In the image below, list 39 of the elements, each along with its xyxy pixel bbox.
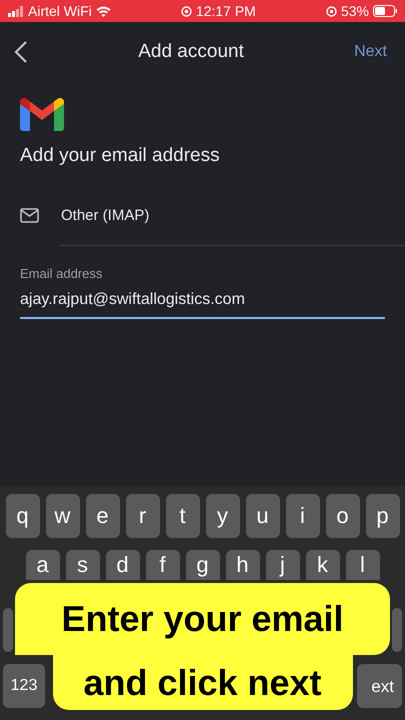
clock-time: 12:17 PM (196, 3, 256, 19)
keyboard-key[interactable]: r (126, 494, 160, 538)
keyboard-key[interactable]: o (326, 494, 360, 538)
keyboard-key[interactable]: g (186, 550, 220, 580)
signal-icon (8, 6, 24, 16)
rotation-lock-icon (326, 6, 337, 16)
keyboard-key[interactable]: d (106, 550, 140, 580)
envelope-icon (20, 208, 39, 222)
battery-icon (373, 5, 397, 17)
keyboard-key[interactable]: p (366, 494, 400, 538)
next-key[interactable]: ext (357, 664, 402, 708)
caption-text: and click next (52, 655, 352, 710)
page-heading: Add your email address (20, 145, 221, 167)
keyboard-key[interactable]: k (306, 550, 340, 580)
keyboard-key[interactable]: w (46, 494, 80, 538)
carrier-name: Airtel WiFi (28, 3, 92, 19)
field-label: Email address (20, 266, 104, 281)
keyboard-key[interactable]: q (6, 494, 40, 538)
keyboard-key[interactable]: s (66, 550, 100, 580)
keyboard-key[interactable]: y (206, 494, 240, 538)
keyboard-key[interactable]: a (26, 550, 60, 580)
keyboard-key[interactable]: i (286, 494, 320, 538)
caption-text: Enter your email (15, 583, 390, 655)
numbers-key[interactable]: 123 (3, 664, 45, 708)
keyboard-key[interactable]: u (246, 494, 280, 538)
wifi-icon (96, 6, 111, 16)
screen-title: Add account (138, 41, 244, 63)
keyboard-key[interactable]: h (226, 550, 260, 580)
mail-logo-icon (20, 98, 64, 131)
email-field[interactable]: ajay.rajput@swiftallogistics.com (20, 291, 385, 319)
keyboard-key[interactable]: t (166, 494, 200, 538)
account-type-label: Other (IMAP) (61, 206, 150, 224)
keyboard-key[interactable]: f (146, 550, 180, 580)
keyboard-key[interactable]: e (86, 494, 120, 538)
battery-percent: 53% (340, 3, 369, 19)
keyboard-key[interactable]: j (266, 550, 300, 580)
keyboard-key[interactable]: l (346, 550, 380, 580)
alarm-icon (180, 6, 192, 16)
next-button[interactable]: Next (354, 43, 387, 61)
